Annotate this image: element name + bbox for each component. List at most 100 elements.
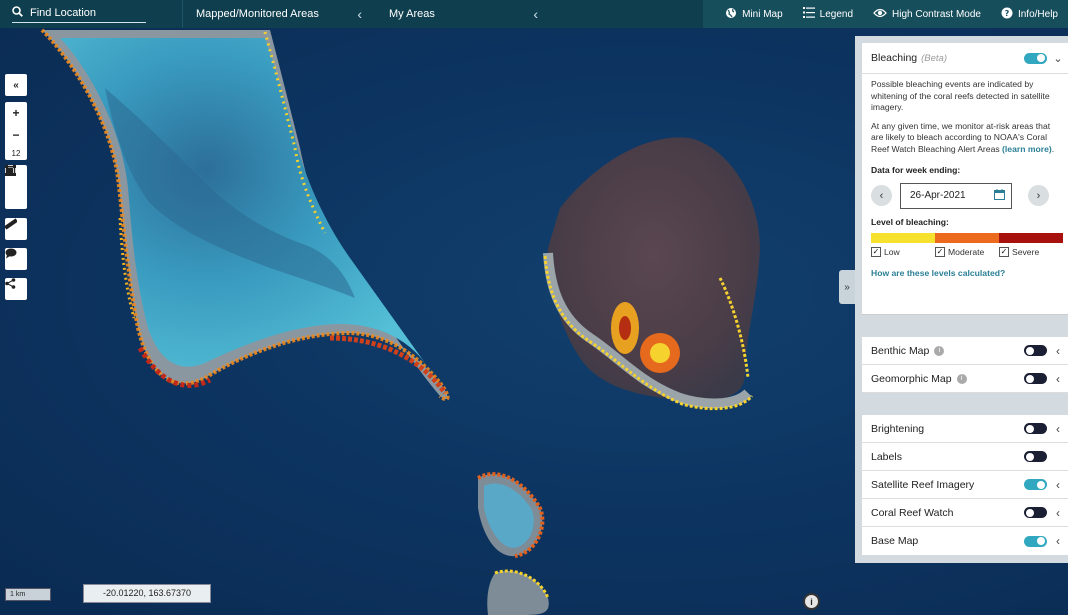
learn-more-link[interactable]: (learn more) xyxy=(1002,144,1052,154)
eye-icon xyxy=(873,8,887,21)
speech-bubble-icon[interactable] xyxy=(5,248,27,270)
double-chevron-left-icon[interactable]: « xyxy=(5,74,27,96)
severe-label: Severe xyxy=(1012,246,1040,257)
date-value: 26-Apr-2021 xyxy=(910,190,966,202)
search-area xyxy=(0,0,182,28)
trash-icon[interactable] xyxy=(5,166,27,209)
search-input[interactable] xyxy=(30,6,140,19)
chevron-down-icon[interactable]: ⌄ xyxy=(1052,52,1064,65)
zoom-level: 12 xyxy=(11,148,21,158)
geomorphic-toggle[interactable] xyxy=(1024,373,1047,384)
low-label: Low xyxy=(884,246,900,257)
info-icon[interactable]: i xyxy=(956,373,967,384)
draw-tools xyxy=(5,165,27,209)
chevron-left-icon[interactable]: ‹ xyxy=(357,6,362,22)
measure-tool[interactable] xyxy=(5,218,27,240)
benthic-label: Benthic Map xyxy=(871,344,930,357)
calendar-icon[interactable] xyxy=(994,188,1005,203)
globe-icon xyxy=(725,7,737,22)
severe-checkbox[interactable]: ✓ Severe xyxy=(999,246,1040,257)
moderate-checkbox[interactable]: ✓ Moderate xyxy=(935,246,999,257)
satellite-label: Satellite Reef Imagery xyxy=(871,478,975,491)
layers-panel: Bleaching (Beta) ⌄ Possible bleaching eve… xyxy=(855,36,1068,563)
comment-tool[interactable] xyxy=(5,248,27,270)
how-calculated-link[interactable]: How are these levels calculated? xyxy=(862,257,1068,278)
brightening-toggle[interactable] xyxy=(1024,423,1047,434)
map-layers-group: Benthic Map i ‹ Geomorphic Map i ‹ xyxy=(862,337,1068,393)
previous-week-button[interactable]: ‹ xyxy=(871,185,892,207)
chevron-left-icon[interactable]: ‹ xyxy=(533,6,538,22)
legend-label: Legend xyxy=(819,8,854,20)
double-chevron-right-icon: » xyxy=(844,281,850,293)
share-tool[interactable] xyxy=(5,278,27,300)
chevron-left-icon[interactable]: ‹ xyxy=(1052,372,1064,386)
level-label: Level of bleaching: xyxy=(871,216,949,227)
base-map-toggle[interactable] xyxy=(1024,535,1047,547)
layer-row-coral-reef-watch[interactable]: Coral Reef Watch ‹ xyxy=(862,499,1068,527)
list-icon xyxy=(802,7,815,21)
search-underline xyxy=(12,5,146,23)
bleaching-card: Bleaching (Beta) ⌄ Possible bleaching eve… xyxy=(862,43,1068,315)
bleaching-monitor-text: At any given time, we monitor at-risk ar… xyxy=(871,120,1055,154)
layer-row-satellite-reef-imagery[interactable]: Satellite Reef Imagery ‹ xyxy=(862,471,1068,499)
next-week-button[interactable]: › xyxy=(1028,185,1049,207)
ruler-icon[interactable] xyxy=(5,218,27,240)
info-icon[interactable]: i xyxy=(803,593,820,610)
collapse-toolbar-button[interactable]: « xyxy=(5,74,27,96)
moderate-label: Moderate xyxy=(948,246,985,257)
search-icon[interactable] xyxy=(12,5,23,20)
layer-row-labels[interactable]: Labels ‹ xyxy=(862,443,1068,471)
bleaching-header[interactable]: Bleaching (Beta) ⌄ xyxy=(862,43,1068,73)
bleaching-level-bar xyxy=(871,232,1063,243)
checkmark-icon[interactable]: ✓ xyxy=(871,246,881,257)
satellite-toggle[interactable] xyxy=(1024,479,1047,490)
info-help-button[interactable]: ? Info/Help xyxy=(991,7,1068,22)
base-layers-group: Brightening ‹ Labels ‹ Satellite Reef Im… xyxy=(862,415,1068,555)
chevron-left-icon[interactable]: ‹ xyxy=(1052,478,1064,492)
zoom-in-button[interactable]: + xyxy=(5,102,27,124)
chevron-left-icon[interactable]: ‹ xyxy=(1052,506,1064,520)
share-icon[interactable] xyxy=(5,278,27,300)
my-areas-tab[interactable]: My Areas ‹ xyxy=(372,0,548,28)
my-areas-label: My Areas xyxy=(389,8,435,20)
bleaching-toggle[interactable] xyxy=(1024,52,1047,64)
mini-map-label: Mini Map xyxy=(742,8,783,20)
help-icon: ? xyxy=(1001,7,1013,22)
layer-row-benthic[interactable]: Benthic Map i ‹ xyxy=(862,337,1068,365)
layer-row-brightening[interactable]: Brightening ‹ xyxy=(862,415,1068,443)
high-contrast-label: High Contrast Mode xyxy=(892,8,981,20)
low-checkbox[interactable]: ✓ Low xyxy=(871,246,935,257)
chevron-left-icon[interactable]: ‹ xyxy=(1052,344,1064,358)
coral-reef-watch-label: Coral Reef Watch xyxy=(871,506,954,519)
geomorphic-label: Geomorphic Map xyxy=(871,372,952,385)
brightening-label: Brightening xyxy=(871,422,925,435)
collapse-panel-handle[interactable]: » xyxy=(839,270,855,304)
level-low-swatch xyxy=(871,232,935,243)
layer-row-base-map[interactable]: Base Map ‹ xyxy=(862,527,1068,555)
layer-row-geomorphic[interactable]: Geomorphic Map i ‹ xyxy=(862,365,1068,393)
scale-bar: 1 km xyxy=(5,588,51,601)
info-icon[interactable]: i xyxy=(934,345,945,356)
labels-toggle[interactable] xyxy=(1024,451,1047,462)
beta-tag: (Beta) xyxy=(921,53,947,64)
level-checkboxes: ✓ Low ✓ Moderate ✓ Severe xyxy=(862,243,1068,257)
date-field[interactable]: 26-Apr-2021 xyxy=(900,182,1012,209)
level-severe-swatch xyxy=(999,232,1063,243)
legend-button[interactable]: Legend xyxy=(793,7,863,21)
date-picker: ‹ 26-Apr-2021 › xyxy=(862,175,1068,209)
mapped-areas-tab[interactable]: Mapped/Monitored Areas ‹ xyxy=(182,0,372,28)
checkmark-icon[interactable]: ✓ xyxy=(935,246,945,257)
zoom-out-button[interactable]: − xyxy=(5,124,27,146)
chevron-left-icon[interactable]: ‹ xyxy=(1052,534,1064,548)
chevron-left-icon[interactable]: ‹ xyxy=(1052,422,1064,436)
bleaching-description: Possible bleaching events are indicated … xyxy=(871,79,1050,113)
tool-group: Mini Map Legend High Contrast Mode ? Inf… xyxy=(703,0,1068,28)
coordinates-readout: -20.01220, 163.67370 xyxy=(83,584,211,603)
week-label: Data for week ending: xyxy=(871,164,961,175)
mini-map-button[interactable]: Mini Map xyxy=(715,7,793,22)
coral-reef-watch-toggle[interactable] xyxy=(1024,507,1047,518)
level-moderate-swatch xyxy=(935,232,999,243)
high-contrast-button[interactable]: High Contrast Mode xyxy=(863,8,991,21)
benthic-toggle[interactable] xyxy=(1024,345,1047,356)
checkmark-icon[interactable]: ✓ xyxy=(999,246,1009,257)
